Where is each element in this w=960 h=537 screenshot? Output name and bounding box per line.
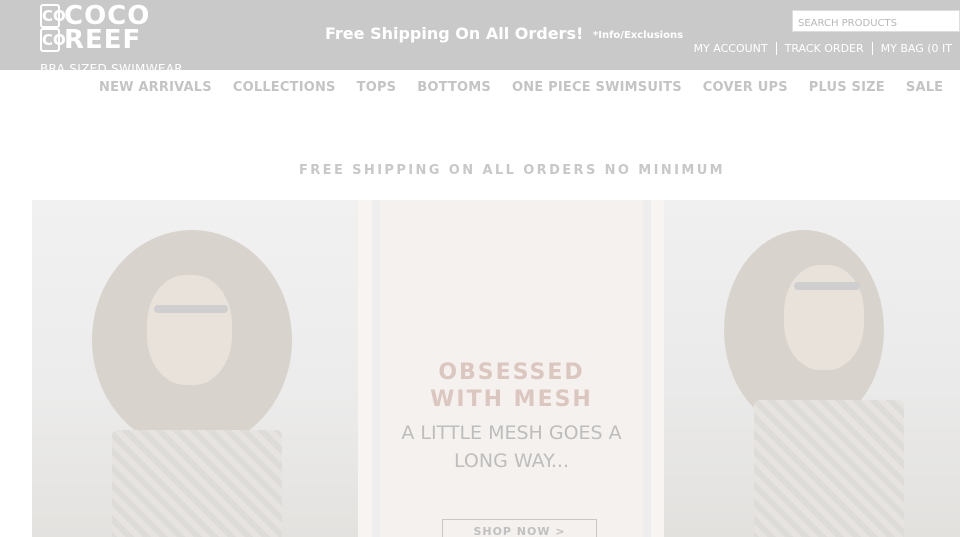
nav-plus-size[interactable]: PLUS SIZE bbox=[809, 80, 885, 100]
nav-one-piece-swimsuits[interactable]: ONE PIECE SWIMSUITS bbox=[512, 80, 682, 100]
my-bag-link[interactable]: MY BAG (0 IT bbox=[871, 42, 960, 55]
hero-subtitle-line2: LONG WAY... bbox=[454, 450, 569, 472]
model-photo-left bbox=[32, 200, 358, 537]
swimsuit-left bbox=[112, 430, 282, 537]
logo-mark-bottom: CO bbox=[40, 28, 66, 52]
hero-subtitle-line1: A LITTLE MESH GOES A bbox=[401, 422, 622, 444]
main-nav: NEW ARRIVALS COLLECTIONS TOPS BOTTOMS ON… bbox=[0, 80, 960, 100]
track-order-link[interactable]: TRACK ORDER bbox=[775, 42, 872, 55]
model-face-left bbox=[147, 275, 232, 385]
nav-collections[interactable]: COLLECTIONS bbox=[233, 80, 336, 100]
nav-sale[interactable]: SALE bbox=[906, 80, 943, 100]
free-shipping-promo: Free Shipping On All Orders! bbox=[325, 24, 584, 43]
my-account-link[interactable]: MY ACCOUNT bbox=[686, 42, 776, 55]
account-links: MY ACCOUNT TRACK ORDER MY BAG (0 IT bbox=[686, 42, 960, 55]
hero-title-line2: WITH MESH bbox=[430, 387, 593, 412]
logo-bottom-row: CO REEF bbox=[40, 25, 200, 55]
logo-word-reef: REEF bbox=[64, 25, 142, 55]
sunglasses-left bbox=[154, 305, 228, 313]
hero-promo-panel: OBSESSED WITH MESH A LITTLE MESH GOES A … bbox=[372, 200, 651, 537]
hero-banner[interactable]: OBSESSED WITH MESH A LITTLE MESH GOES A … bbox=[32, 200, 960, 537]
logo-mark-top: CO bbox=[40, 4, 66, 28]
free-shipping-banner[interactable]: FREE SHIPPING ON ALL ORDERS NO MINIMUM bbox=[0, 163, 960, 178]
shop-now-button[interactable]: SHOP NOW > bbox=[442, 519, 597, 537]
search-box[interactable] bbox=[792, 10, 960, 34]
logo-tagline: BRA SIZED SWIMWEAR bbox=[40, 62, 183, 76]
nav-bottoms[interactable]: BOTTOMS bbox=[417, 80, 491, 100]
model-photo-right bbox=[664, 200, 960, 537]
hero-title-line1: OBSESSED bbox=[438, 360, 585, 385]
search-input[interactable] bbox=[793, 13, 959, 34]
swimsuit-right bbox=[754, 400, 904, 537]
nav-cover-ups[interactable]: COVER UPS bbox=[703, 80, 788, 100]
model-face-right bbox=[784, 265, 864, 370]
nav-tops[interactable]: TOPS bbox=[357, 80, 397, 100]
sunglasses-right bbox=[794, 282, 860, 290]
top-header: CO COCO CO REEF BRA SIZED SWIMWEAR Free … bbox=[0, 0, 960, 76]
nav-new-arrivals[interactable]: NEW ARRIVALS bbox=[99, 80, 212, 100]
info-exclusions-link[interactable]: *Info/Exclusions bbox=[593, 30, 683, 41]
coco-reef-logo[interactable]: CO COCO CO REEF BRA SIZED SWIMWEAR bbox=[40, 3, 200, 76]
